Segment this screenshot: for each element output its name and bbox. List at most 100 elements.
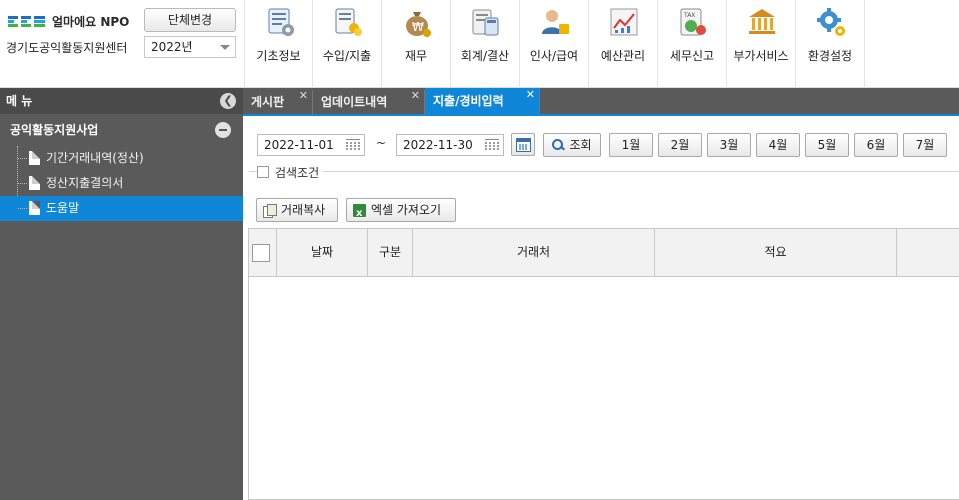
document-icon	[29, 151, 40, 165]
month-button-6[interactable]: 6월	[854, 133, 898, 157]
chevron-down-icon	[220, 45, 230, 50]
nav-income-expense[interactable]: 수입/지출	[313, 0, 382, 88]
svg-text:TAX: TAX	[683, 12, 695, 19]
close-icon[interactable]: ✕	[299, 84, 308, 108]
group-change-button[interactable]: 단체변경	[144, 8, 236, 32]
nav-label: 기초정보	[256, 49, 301, 63]
month-button-4[interactable]: 4월	[756, 133, 800, 157]
date-picker-icon[interactable]	[346, 139, 360, 151]
tab-label: 업데이트내역	[321, 95, 388, 109]
collapse-sidebar-icon[interactable]: ❮	[220, 93, 236, 109]
tab-board[interactable]: 게시판 ✕	[243, 89, 313, 114]
copy-icon	[263, 204, 277, 218]
nav-additional-services[interactable]: 부가서비스	[727, 0, 796, 88]
search-button-label: 조회	[569, 138, 592, 152]
tree-connector	[18, 183, 27, 184]
brand-area: 얼마에요 NPO 단체변경 경기도공익활동지원센터 2022년	[6, 8, 242, 84]
calendar-icon	[516, 138, 531, 152]
select-all-column	[249, 229, 277, 276]
sidebar-section-label: 공익활동지원사업	[10, 123, 99, 137]
sidebar-section[interactable]: 공익활동지원사업	[0, 114, 243, 146]
main-navigation: 기초정보 수입/지출 ₩ 재무 회계/결산 인사/급여 예산관리 TAX 세무신…	[244, 0, 865, 88]
nav-settings[interactable]: 환경설정	[796, 0, 865, 88]
column-header-date[interactable]: 날짜	[277, 229, 368, 276]
tab-update-history[interactable]: 업데이트내역 ✕	[313, 89, 425, 114]
grid-header: 날짜 구분 거래처 적요	[249, 229, 959, 277]
transaction-grid: 날짜 구분 거래처 적요	[248, 228, 959, 500]
excel-import-label: 엑셀 가져오기	[371, 203, 442, 217]
nav-label: 회계/결산	[460, 49, 510, 63]
month-button-7[interactable]: 7월	[903, 133, 947, 157]
settings-gear-icon	[817, 8, 845, 36]
year-select[interactable]: 2022년	[144, 36, 236, 58]
month-button-1[interactable]: 1월	[609, 133, 653, 157]
end-date-input[interactable]: 2022-11-30	[396, 134, 504, 156]
svg-text:₩: ₩	[412, 20, 424, 34]
budget-chart-icon	[610, 8, 638, 36]
search-icon	[552, 139, 564, 151]
nav-label: 수입/지출	[322, 49, 372, 63]
bank-service-icon	[749, 9, 775, 34]
tree-connector	[18, 158, 27, 159]
basic-info-icon	[268, 8, 294, 36]
year-value: 2022년	[151, 40, 193, 54]
nav-label: 부가서비스	[733, 49, 789, 63]
search-button[interactable]: 조회	[543, 133, 601, 157]
organization-name: 경기도공익활동지원센터	[6, 41, 128, 55]
month-button-5[interactable]: 5월	[805, 133, 849, 157]
search-condition-label: 검색조건	[275, 165, 320, 180]
nav-finance[interactable]: ₩ 재무	[382, 0, 451, 88]
sidebar-item-help[interactable]: 도움말	[0, 196, 243, 221]
tax-report-icon: TAX	[680, 8, 706, 36]
date-picker-icon[interactable]	[485, 139, 499, 151]
column-header-type[interactable]: 구분	[368, 229, 413, 276]
logo-icon	[8, 15, 46, 28]
sidebar-header: 메 뉴 ❮	[0, 88, 243, 114]
month-button-3[interactable]: 3월	[707, 133, 751, 157]
close-icon[interactable]: ✕	[411, 84, 420, 108]
document-icon	[29, 201, 40, 215]
copy-transaction-label: 거래복사	[281, 203, 326, 217]
copy-transaction-button[interactable]: 거래복사	[256, 198, 338, 222]
accounting-calculator-icon	[472, 9, 499, 36]
nav-label: 세무신고	[669, 49, 715, 63]
column-header-description[interactable]: 적요	[655, 229, 897, 276]
close-icon[interactable]: ✕	[526, 82, 535, 108]
personnel-payroll-icon	[542, 10, 569, 34]
sidebar-item-label: 도움말	[46, 201, 80, 215]
nav-personnel[interactable]: 인사/급여	[520, 0, 589, 88]
excel-icon	[353, 203, 366, 225]
tab-expense-entry[interactable]: 지출/경비입력 ✕	[425, 88, 540, 114]
sidebar-item-expense-resolution[interactable]: 정산지출결의서	[0, 171, 243, 196]
nav-label: 환경설정	[807, 49, 853, 63]
nav-accounting[interactable]: 회계/결산	[451, 0, 520, 88]
select-all-checkbox[interactable]	[252, 244, 270, 262]
income-expense-icon	[335, 8, 362, 36]
sidebar: 메 뉴 ❮ 공익활동지원사업 기간거래내역(정산) 정산지출결의서 도움말	[0, 88, 243, 500]
tree-connector	[18, 208, 27, 209]
date-range-separator: ~	[376, 136, 387, 150]
tab-bar: 게시판 ✕ 업데이트내역 ✕ 지출/경비입력 ✕	[243, 88, 959, 116]
search-condition-toggle[interactable]: 검색조건	[257, 164, 324, 180]
calendar-button[interactable]	[511, 133, 535, 156]
sidebar-item-period-transactions[interactable]: 기간거래내역(정산)	[0, 146, 243, 171]
divider	[249, 171, 959, 172]
column-header-extra[interactable]	[897, 229, 959, 276]
start-date-value: 2022-11-01	[264, 138, 334, 152]
sidebar-item-label: 기간거래내역(정산)	[46, 151, 144, 165]
nav-basic-info[interactable]: 기초정보	[244, 0, 313, 88]
nav-label: 인사/급여	[529, 49, 579, 63]
nav-tax-report[interactable]: TAX 세무신고	[658, 0, 727, 88]
end-date-value: 2022-11-30	[403, 138, 473, 152]
start-date-input[interactable]: 2022-11-01	[257, 134, 365, 156]
collapse-section-icon[interactable]	[215, 122, 231, 138]
tab-label: 게시판	[251, 95, 285, 109]
sidebar-tree: 기간거래내역(정산) 정산지출결의서 도움말	[0, 146, 243, 221]
sidebar-title: 메 뉴	[6, 94, 33, 108]
month-button-2[interactable]: 2월	[658, 133, 702, 157]
finance-money-bag-icon: ₩	[406, 12, 431, 37]
search-condition-checkbox[interactable]	[257, 166, 269, 178]
excel-import-button[interactable]: 엑셀 가져오기	[346, 198, 456, 225]
nav-budget[interactable]: 예산관리	[589, 0, 658, 88]
column-header-vendor[interactable]: 거래처	[413, 229, 655, 276]
